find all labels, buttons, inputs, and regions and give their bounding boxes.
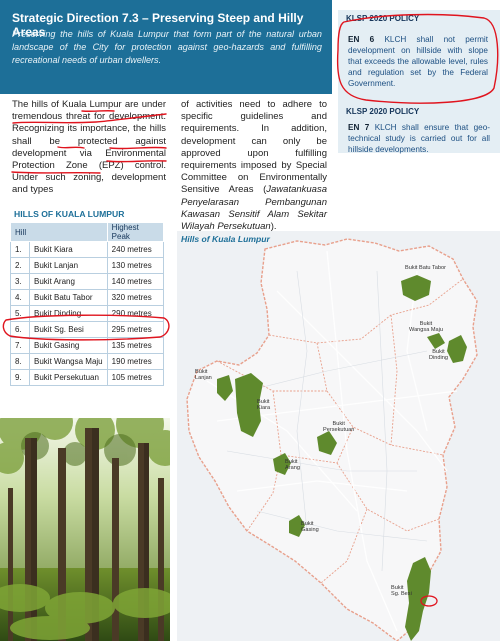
hill-name: Bukit Batu Tabor <box>29 289 108 306</box>
label-line: Sg. Besi <box>391 591 412 598</box>
peak-height: 140 metres <box>107 273 165 290</box>
hill-name: Bukit Persekutuan <box>29 369 108 386</box>
label-lanjan: Bukit Lanjan <box>195 369 212 382</box>
table-row: 5. Bukit Dinding 290 metres <box>10 305 165 322</box>
hill-name: Bukit Sg. Besi <box>29 321 108 338</box>
peak-height: 190 metres <box>107 353 165 370</box>
map-panel: Bukit Batu Tabor Bukit Wangsa Maju Bukit D… <box>177 231 500 641</box>
peak-height: 105 metres <box>107 369 165 386</box>
label-line: Wangsa Maju <box>409 327 443 334</box>
body-text-column-2: of activities need to adhere to specific… <box>181 99 327 233</box>
column-header-peak: Highest Peak <box>106 222 165 242</box>
policy-body: KLCH shall ensure that geo-technical stu… <box>348 123 490 154</box>
label-gasing: Bukit Gasing <box>301 521 319 534</box>
table-row: 4. Bukit Batu Tabor 320 metres <box>10 289 165 306</box>
label-dinding: Bukit Dinding <box>429 349 448 362</box>
row-number: 3. <box>10 273 30 290</box>
table-row: 8. Bukit Wangsa Maju 190 metres <box>10 353 165 370</box>
hills-table: Hill Highest Peak 1. Bukit Kiara 240 metre… <box>10 222 165 386</box>
map-title: Hills of Kuala Lumpur <box>181 234 270 244</box>
row-number: 5. <box>10 305 30 322</box>
policy-heading: KLSP 2020 POLICY <box>346 14 420 23</box>
row-number: 7. <box>10 337 30 354</box>
policy-text: EN 6 KLCH shall not permit development o… <box>348 34 488 89</box>
table-title: HILLS OF KUALA LUMPUR <box>14 209 125 219</box>
table-row: 1. Bukit Kiara 240 metres <box>10 241 165 258</box>
label-wangsa-maju: Bukit Wangsa Maju <box>409 321 443 334</box>
table-row: 7. Bukit Gasing 135 metres <box>10 337 165 354</box>
row-number: 4. <box>10 289 30 306</box>
table-row: 3. Bukit Arang 140 metres <box>10 273 165 290</box>
table-row: 9. Bukit Persekutuan 105 metres <box>10 369 165 386</box>
hill-name: Bukit Wangsa Maju <box>29 353 108 370</box>
row-number: 8. <box>10 353 30 370</box>
policy-box-en7: KLSP 2020 POLICY EN 7 KLCH shall ensure … <box>338 103 500 155</box>
policy-box-en6: KLSP 2020 POLICY EN 6 KLCH shall not per… <box>338 10 500 103</box>
body-text-column-1: The hills of Kuala Lumpur are under trem… <box>12 99 166 196</box>
hill-name: Bukit Lanjan <box>29 257 108 274</box>
policy-code: EN 6 <box>348 35 375 44</box>
table-header-row: Hill Highest Peak <box>10 222 165 242</box>
label-line: Dinding <box>429 355 448 362</box>
label-line: Kiara <box>257 405 271 412</box>
label-arang: Bukit Arang <box>285 459 300 472</box>
peak-height: 135 metres <box>107 337 165 354</box>
label-sg-besi: Bukit Sg. Besi <box>391 585 412 598</box>
header-banner: Strategic Direction 7.3 – Preserving Ste… <box>0 0 332 94</box>
hill-name: Bukit Dinding <box>29 305 108 322</box>
table-row: 6. Bukit Sg. Besi 295 metres <box>10 321 165 338</box>
peak-height: 240 metres <box>107 241 165 258</box>
table-row: 2. Bukit Lanjan 130 metres <box>10 257 165 274</box>
row-number: 2. <box>10 257 30 274</box>
strategic-direction-subtitle: Preserving the hills of Kuala Lumpur tha… <box>12 29 322 65</box>
hill-name: Bukit Arang <box>29 273 108 290</box>
label-line: Arang <box>285 465 300 472</box>
table-body: 1. Bukit Kiara 240 metres 2. Bukit Lanjan 130… <box>10 241 165 386</box>
peak-height: 130 metres <box>107 257 165 274</box>
label-kiara: Bukit Kiara <box>257 399 270 412</box>
row-number: 9. <box>10 369 30 386</box>
policy-heading: KLSP 2020 POLICY <box>346 107 420 116</box>
policy-text: EN 7 KLCH shall ensure that geo-technica… <box>348 122 490 155</box>
peak-height: 320 metres <box>107 289 165 306</box>
label-line: Lanjan <box>195 375 212 382</box>
hill-name: Bukit Gasing <box>29 337 108 354</box>
body-text-plain: of activities need to adhere to specific… <box>181 99 327 196</box>
label-batu-tabor: Bukit Batu Tabor <box>405 265 446 271</box>
column-header-hill: Hill <box>10 222 108 242</box>
hill-name: Bukit Kiara <box>29 241 108 258</box>
peak-height: 295 metres <box>107 321 165 338</box>
row-number: 1. <box>10 241 30 258</box>
label-line: Gasing <box>301 527 319 534</box>
peak-height: 290 metres <box>107 305 165 322</box>
policy-code: EN 7 <box>348 123 370 132</box>
forest-photo <box>0 418 170 641</box>
label-persekutuan: Bukit Persekutuan <box>323 421 354 434</box>
label-line: Persekutuan <box>323 427 355 434</box>
row-number: 6. <box>10 321 30 338</box>
